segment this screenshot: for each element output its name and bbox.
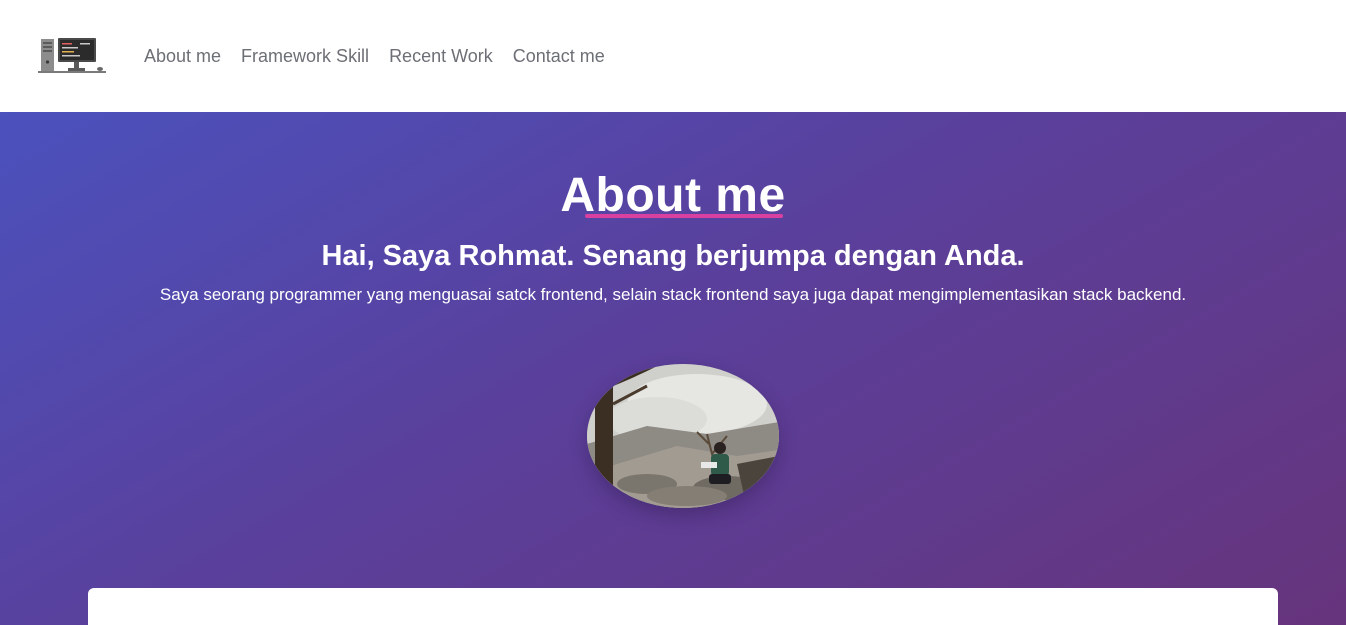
hero-section: About me Hai, Saya Rohmat. Senang berjum… — [0, 112, 1346, 625]
profile-photo — [587, 364, 779, 508]
computer-desk-icon[interactable] — [38, 36, 106, 76]
nav-link-framework-skill[interactable]: Framework Skill — [241, 44, 369, 68]
nav-link-about-me[interactable]: About me — [144, 44, 221, 68]
nav-links: About me Framework Skill Recent Work Con… — [144, 44, 625, 68]
nav-link-recent-work[interactable]: Recent Work — [389, 44, 493, 68]
content-card — [88, 588, 1278, 625]
title-underline — [585, 214, 783, 218]
hero-subtitle: Hai, Saya Rohmat. Senang berjumpa dengan… — [321, 240, 1025, 272]
hero-description: Saya seorang programmer yang menguasai s… — [159, 285, 1187, 304]
nav-link-contact-me[interactable]: Contact me — [513, 44, 605, 68]
navbar: About me Framework Skill Recent Work Con… — [0, 0, 1346, 112]
